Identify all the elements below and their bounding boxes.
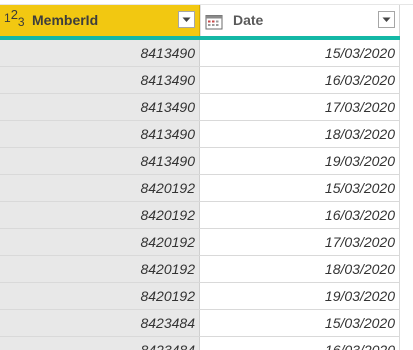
cell-date[interactable]: 16/03/2020 — [200, 67, 400, 93]
cell-date[interactable]: 15/03/2020 — [200, 175, 400, 201]
table-row: 8420192 18/03/2020 — [0, 256, 400, 283]
cell-memberid[interactable]: 8423484 — [0, 337, 200, 350]
table-row: 8420192 16/03/2020 — [0, 202, 400, 229]
cell-date[interactable]: 16/03/2020 — [200, 202, 400, 228]
filter-dropdown-date[interactable] — [378, 11, 395, 28]
table-row: 8423484 16/03/2020 — [0, 337, 400, 350]
cell-memberid[interactable]: 8420192 — [0, 256, 200, 282]
table-row: 8420192 17/03/2020 — [0, 229, 400, 256]
whole-number-icon[interactable]: 123 — [4, 7, 26, 30]
cell-date[interactable]: 15/03/2020 — [200, 40, 400, 66]
cell-memberid[interactable]: 8413490 — [0, 148, 200, 174]
table-row: 8413490 16/03/2020 — [0, 67, 400, 94]
cell-date[interactable]: 16/03/2020 — [200, 337, 400, 350]
cell-date[interactable]: 19/03/2020 — [200, 283, 400, 309]
grid-rows: 8413490 15/03/2020 8413490 16/03/2020 84… — [0, 40, 400, 350]
type-icon-digit-3: 3 — [17, 15, 25, 29]
filter-dropdown-memberid[interactable] — [178, 11, 195, 28]
cell-memberid[interactable]: 8413490 — [0, 40, 200, 66]
column-label-memberid: MemberId — [32, 12, 99, 28]
cell-memberid[interactable]: 8420192 — [0, 283, 200, 309]
cell-date[interactable]: 18/03/2020 — [200, 256, 400, 282]
column-label-date: Date — [233, 12, 264, 28]
grid-header: 123 MemberId Date — [0, 5, 413, 36]
chevron-down-icon — [382, 17, 391, 22]
column-header-memberid[interactable]: 123 MemberId — [0, 5, 200, 36]
table-row: 8423484 15/03/2020 — [0, 310, 400, 337]
table-row: 8420192 15/03/2020 — [0, 175, 400, 202]
cell-memberid[interactable]: 8423484 — [0, 310, 200, 336]
type-icon-digit-2: 2 — [10, 7, 18, 22]
cell-memberid[interactable]: 8420192 — [0, 229, 200, 255]
cell-date[interactable]: 17/03/2020 — [200, 229, 400, 255]
cell-memberid[interactable]: 8413490 — [0, 121, 200, 147]
table-row: 8413490 19/03/2020 — [0, 148, 400, 175]
type-icon-digit-1: 1 — [4, 11, 11, 25]
cell-date[interactable]: 18/03/2020 — [200, 121, 400, 147]
table-row: 8420192 19/03/2020 — [0, 283, 400, 310]
column-header-date[interactable]: Date — [200, 5, 400, 36]
table-row: 8413490 17/03/2020 — [0, 94, 400, 121]
cell-memberid[interactable]: 8420192 — [0, 202, 200, 228]
cell-memberid[interactable]: 8413490 — [0, 94, 200, 120]
cell-date[interactable]: 15/03/2020 — [200, 310, 400, 336]
data-grid: 123 MemberId Date 8413490 15/03/2020 841… — [0, 0, 413, 350]
cell-memberid[interactable]: 8420192 — [0, 175, 200, 201]
grid-right-margin — [400, 5, 413, 350]
calendar-icon[interactable] — [205, 10, 227, 30]
chevron-down-icon — [182, 17, 191, 22]
cell-memberid[interactable]: 8413490 — [0, 67, 200, 93]
cell-date[interactable]: 17/03/2020 — [200, 94, 400, 120]
table-row: 8413490 15/03/2020 — [0, 40, 400, 67]
cell-date[interactable]: 19/03/2020 — [200, 148, 400, 174]
table-row: 8413490 18/03/2020 — [0, 121, 400, 148]
